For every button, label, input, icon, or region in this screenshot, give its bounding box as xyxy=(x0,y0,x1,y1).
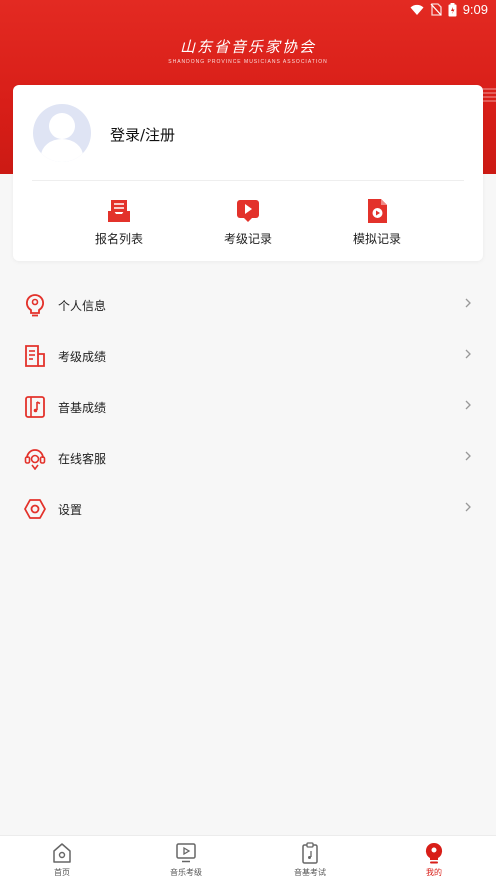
logo-text: 山东省音乐家协会 xyxy=(179,38,316,56)
equalizer-bar xyxy=(482,88,496,104)
menu-item-basic-music-scores[interactable]: 音基成绩 xyxy=(0,382,496,433)
menu-item-personal-info[interactable]: 个人信息 xyxy=(0,280,496,331)
quick-action-registration-list[interactable]: 报名列表 xyxy=(69,198,169,247)
login-register-link[interactable]: 登录/注册 xyxy=(110,124,175,145)
avatar[interactable] xyxy=(33,104,91,162)
divider xyxy=(32,180,464,181)
battery-icon xyxy=(448,2,457,16)
music-note-doc-icon xyxy=(23,395,47,419)
tab-music-basics-exam[interactable]: 音基考试 xyxy=(270,842,350,878)
menu-item-label: 考级成绩 xyxy=(58,350,107,364)
menu-item-label: 设置 xyxy=(58,503,83,517)
quick-action-label: 报名列表 xyxy=(94,232,143,246)
quick-action-label: 考级记录 xyxy=(223,232,272,246)
wifi-icon xyxy=(410,4,424,15)
no-sim-icon xyxy=(430,3,442,16)
quick-action-grade-records[interactable]: 考级记录 xyxy=(198,198,298,247)
tab-music-grading[interactable]: 音乐考级 xyxy=(146,842,226,878)
menu-item-label: 个人信息 xyxy=(58,299,107,313)
report-icon xyxy=(23,344,47,368)
tab-label: 音基考试 xyxy=(294,868,326,877)
headset-icon xyxy=(23,446,47,471)
settings-menu: 个人信息 考级成绩 音基成绩 在线客服 设置 xyxy=(0,280,496,535)
status-bar: 9:09 xyxy=(0,0,496,22)
play-screen-icon xyxy=(175,842,197,864)
chevron-right-icon xyxy=(465,502,471,512)
logo-subtext: SHANDONG PROVINCE MUSICIANS ASSOCIATION xyxy=(168,59,328,65)
quick-action-label: 模拟记录 xyxy=(352,232,401,246)
settings-icon xyxy=(23,497,47,521)
chevron-right-icon xyxy=(465,298,471,308)
quick-action-mock-records[interactable]: 模拟记录 xyxy=(327,198,427,247)
tab-home[interactable]: 首页 xyxy=(22,842,102,878)
bulb-person-icon xyxy=(23,293,47,317)
chevron-right-icon xyxy=(465,349,471,359)
association-logo: 山东省音乐家协会 SHANDONG PROVINCE MUSICIANS ASS… xyxy=(0,36,496,65)
bottom-tab-bar: 首页 音乐考级 音基考试 我的 xyxy=(0,835,496,883)
profile-card: 登录/注册 报名列表 考级记录 模拟记录 xyxy=(13,85,483,261)
tab-mine[interactable]: 我的 xyxy=(394,842,474,878)
menu-item-label: 音基成绩 xyxy=(58,401,107,415)
chevron-right-icon xyxy=(465,451,471,461)
tab-label: 首页 xyxy=(54,868,70,877)
menu-item-label: 在线客服 xyxy=(58,452,107,466)
video-play-icon xyxy=(236,198,260,224)
tab-label: 音乐考级 xyxy=(170,868,202,877)
menu-item-settings[interactable]: 设置 xyxy=(0,484,496,535)
tab-label: 我的 xyxy=(426,868,442,877)
home-icon xyxy=(51,842,73,864)
clipboard-music-icon xyxy=(299,842,321,864)
document-play-icon xyxy=(365,198,389,224)
menu-item-grade-scores[interactable]: 考级成绩 xyxy=(0,331,496,382)
menu-item-online-service[interactable]: 在线客服 xyxy=(0,433,496,484)
status-time: 9:09 xyxy=(462,2,488,17)
profile-icon xyxy=(423,842,445,864)
inbox-icon xyxy=(107,198,131,224)
chevron-right-icon xyxy=(465,400,471,410)
